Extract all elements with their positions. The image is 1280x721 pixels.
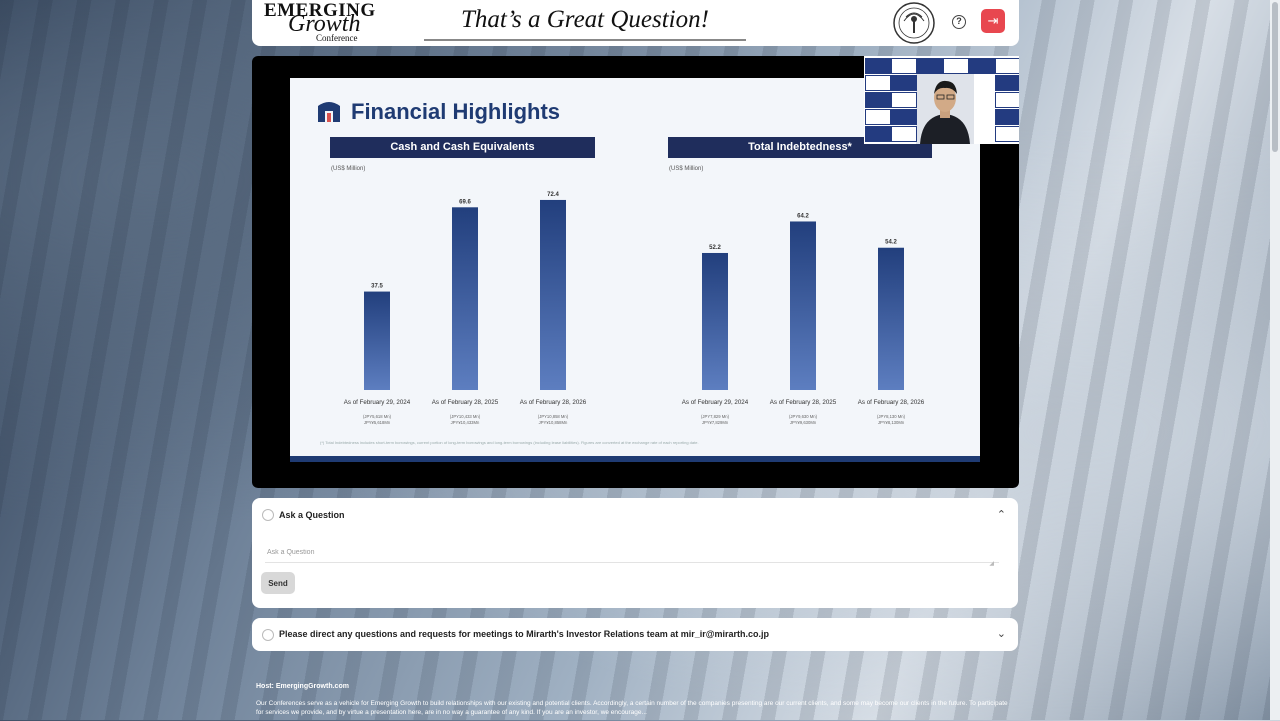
bar-value-label: 72.4 [547, 192, 559, 198]
page-tagline: That’s a Great Question! [461, 6, 709, 33]
category-sub-label: JPY¥9,630Mn [790, 420, 817, 425]
question-input[interactable] [265, 542, 999, 563]
category-label: As of February 28, 2025 [770, 399, 837, 406]
debt-chart: 52.2 As of February 29, 2024 (JPY7,829 Mn)… [682, 213, 925, 425]
category-sub-label: JPY¥7,829Mn [702, 420, 729, 425]
category-label: As of February 28, 2026 [520, 399, 587, 406]
category-label: As of February 28, 2025 [432, 399, 499, 406]
exit-icon: ⇥ [987, 13, 999, 28]
backdrop-logo-tile [865, 75, 891, 91]
category-sub-label: (JPY10,433 Mn) [450, 414, 481, 419]
backdrop-logo-tile [917, 58, 943, 74]
ask-question-panel: Ask a Question ⌃ ◢ Send [252, 498, 1018, 608]
backdrop-logo-tile [969, 58, 995, 74]
bar-value-label: 52.2 [709, 245, 721, 251]
category-sub-label: JPY¥5,618Mn [364, 420, 391, 425]
backdrop-logo-tile [865, 109, 891, 125]
logo-line-3: Conference [316, 33, 358, 43]
slide-title-text: Financial Highlights [351, 99, 561, 124]
bar-value-label: 64.2 [797, 213, 809, 219]
backdrop-logo-tile [995, 109, 1019, 125]
backdrop-logo-tile [865, 126, 891, 142]
backdrop-logo-tile [995, 58, 1019, 74]
category-sub-label: JPY¥8,130Mn [878, 420, 905, 425]
exit-button[interactable]: ⇥ [981, 9, 1005, 33]
help-button[interactable]: ? [949, 12, 969, 32]
chevron-down-icon[interactable]: ⌄ [997, 627, 1006, 640]
category-label: As of February 28, 2026 [858, 399, 925, 406]
speaker-webcam [864, 56, 1019, 144]
bar-2 [452, 207, 478, 390]
category-sub-label: (JPY9,630 Mn) [789, 414, 818, 419]
backdrop-logo-tile [995, 92, 1019, 108]
ask-question-radio-icon[interactable] [262, 509, 274, 521]
bar-value-label: 69.6 [459, 199, 471, 205]
chevron-up-icon[interactable]: ⌃ [997, 508, 1006, 521]
investor-relations-panel[interactable]: Please direct any questions and requests… [252, 618, 1018, 651]
backdrop-logo-tile [995, 75, 1019, 91]
footer-host: Host: EmergingGrowth.com [256, 683, 349, 690]
backdrop-logo-tile [891, 126, 917, 142]
category-sub-label: (JPY7,829 Mn) [701, 414, 730, 419]
conference-seal-icon [893, 2, 935, 44]
input-resize-icon: ◢ [989, 561, 994, 567]
backdrop-logo-tile [943, 58, 969, 74]
header-bar: EMERGING Growth Conference That’s a Grea… [252, 0, 1019, 46]
category-sub-label: (JPY8,130 Mn) [877, 414, 906, 419]
bar-value-label: 37.5 [371, 284, 383, 290]
video-player[interactable]: Financial Highlights Cash and Cash Equiv… [252, 56, 1019, 488]
investor-relations-radio-icon[interactable] [262, 629, 274, 641]
slide-bottom-bar [290, 456, 980, 462]
scrollbar-thumb[interactable] [1272, 2, 1278, 152]
backdrop-logo-tile [865, 92, 891, 108]
backdrop-logo-tile [891, 109, 917, 125]
backdrop-logo-tile [891, 92, 917, 108]
category-label: As of February 29, 2024 [682, 399, 749, 406]
investor-relations-title: Please direct any questions and requests… [279, 629, 770, 639]
company-logo-icon [318, 102, 340, 122]
category-sub-label: (JPY5,618 Mn) [363, 414, 392, 419]
cash-chart-heading: Cash and Cash Equivalents [330, 137, 595, 158]
backdrop-logo-tile [891, 75, 917, 91]
bar-3 [878, 247, 904, 390]
send-button[interactable]: Send [261, 572, 295, 594]
page-scrollbar[interactable] [1270, 0, 1280, 720]
backdrop-logo-tile [865, 58, 891, 74]
slide-footnote: (*) Total Indebtedness includes short-te… [320, 440, 699, 445]
footer-disclaimer: Our Conferences serve as a vehicle for E… [256, 700, 1008, 716]
bar-value-label: 54.2 [885, 240, 897, 246]
bar-3 [540, 199, 566, 390]
category-label: As of February 29, 2024 [344, 399, 411, 406]
help-icon: ? [952, 15, 966, 29]
tagline-underline [424, 39, 746, 41]
ask-question-title: Ask a Question [279, 510, 345, 520]
emerging-growth-logo[interactable]: EMERGING Growth Conference [264, 0, 382, 44]
cash-chart: 37.5 As of February 29, 2024 (JPY5,618 Mn)… [344, 192, 587, 425]
backdrop-logo-tile [995, 126, 1019, 142]
speaker-avatar [916, 70, 974, 144]
bar-1 [364, 291, 390, 390]
category-sub-label: JPY¥10,858Mn [539, 420, 568, 425]
bar-1 [702, 252, 728, 390]
bar-2 [790, 221, 816, 390]
backdrop-logo-tile [891, 58, 917, 74]
category-sub-label: JPY¥10,433Mn [451, 420, 480, 425]
category-sub-label: (JPY10,858 Mn) [538, 414, 569, 419]
